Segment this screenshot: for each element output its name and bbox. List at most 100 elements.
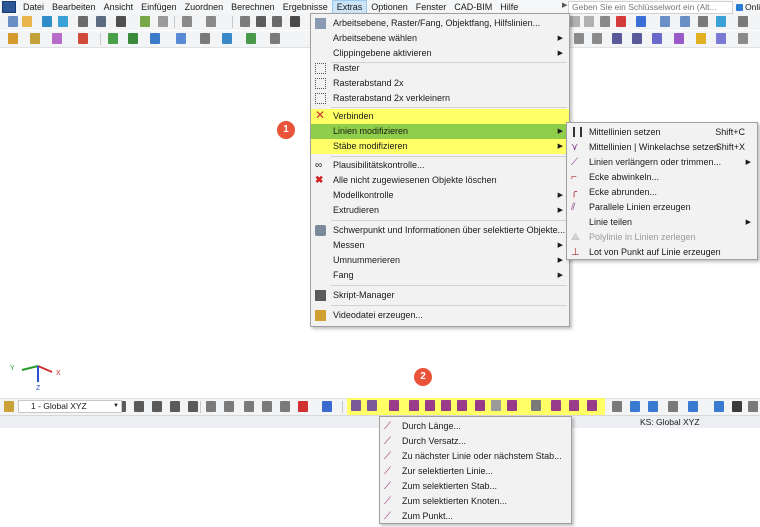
view-perspective-icon[interactable] (188, 401, 198, 412)
nav-left-icon[interactable] (570, 16, 580, 27)
calculator-icon[interactable] (240, 16, 250, 27)
line-icon[interactable] (30, 33, 40, 44)
menu-optionen[interactable]: Optionen (367, 0, 412, 14)
display-b-icon[interactable] (630, 401, 640, 412)
submenu-item-center-lines-angle[interactable]: ⋎ Mittellinien | Winkelachse setzen Shif… (567, 140, 757, 155)
display-icon[interactable] (290, 16, 300, 27)
menu-item-renumber[interactable]: Umnummerieren ▶ (311, 253, 569, 268)
menu-fenster[interactable]: Fenster (412, 0, 451, 14)
view-side-icon[interactable] (134, 401, 144, 412)
frame-icon[interactable] (280, 401, 290, 412)
member-icon[interactable] (52, 33, 62, 44)
menu-item-modify-members[interactable]: Stäbe modifizieren ▶ (311, 139, 569, 154)
magnet-icon[interactable] (732, 401, 742, 412)
perpendicular-icon[interactable] (507, 400, 517, 411)
divide-item-selected-node[interactable]: ⟋ Zum selektierten Knoten... (380, 494, 571, 509)
fillet-icon[interactable] (425, 400, 435, 411)
surface-icon[interactable] (150, 33, 160, 44)
menu-ansicht[interactable]: Ansicht (100, 0, 138, 14)
node-snap-icon[interactable] (298, 401, 308, 412)
section-icon[interactable] (200, 33, 210, 44)
dimension-x-icon[interactable] (680, 16, 690, 27)
parallel-icon[interactable] (457, 400, 467, 411)
divide-item-selected-line[interactable]: ⟋ Zur selektierten Linie... (380, 464, 571, 479)
menu-item-grid[interactable]: Raster (311, 61, 569, 76)
member-tool-c-icon[interactable] (569, 400, 579, 411)
navigator-icon[interactable] (256, 16, 266, 27)
solid-icon[interactable] (176, 33, 186, 44)
menu-item-script-manager[interactable]: Skript-Manager (311, 288, 569, 303)
menu-item-extrude[interactable]: Extrudieren ▶ (311, 203, 569, 218)
tool-h-icon[interactable] (716, 33, 726, 44)
grid-toggle-icon[interactable] (270, 33, 280, 44)
flag-icon[interactable] (616, 16, 626, 27)
menu-zuordnen[interactable]: Zuordnen (181, 0, 228, 14)
divide-item-by-offset[interactable]: ⟋ Durch Versatz... (380, 434, 571, 449)
guide-icon[interactable] (262, 401, 272, 412)
view-icon[interactable] (698, 16, 708, 27)
menu-item-grid-double[interactable]: Rasterabstand 2x (311, 76, 569, 91)
trim-icon[interactable] (475, 400, 485, 411)
menu-item-model-check[interactable]: Modellkontrolle ▶ (311, 188, 569, 203)
model-icon[interactable] (42, 16, 52, 27)
undo-icon[interactable] (182, 16, 192, 27)
snap-icon[interactable] (206, 401, 216, 412)
online-button[interactable]: Onli (736, 0, 760, 14)
render-icon[interactable] (716, 16, 726, 27)
print-icon[interactable] (116, 16, 126, 27)
tool-c-icon[interactable] (612, 33, 622, 44)
divide-line-icon[interactable] (389, 400, 399, 411)
divide-item-to-point[interactable]: ⟋ Zum Punkt... (380, 509, 571, 524)
options-icon[interactable] (738, 16, 748, 27)
menu-item-plausibility[interactable]: ∞ Plausibilitätskontrolle... (311, 158, 569, 173)
tool-b-icon[interactable] (592, 33, 602, 44)
menu-item-grid-half[interactable]: Rasterabstand 2x verkleinern (311, 91, 569, 106)
search-input[interactable]: Geben Sie ein Schlüsselwort ein (Alt... (568, 1, 733, 14)
submenu-item-divide-line[interactable]: Linie teilen ▶ (567, 215, 757, 230)
object-snap-icon[interactable] (244, 401, 254, 412)
display-d-icon[interactable] (668, 401, 678, 412)
member-tool-d-icon[interactable] (587, 400, 597, 411)
menu-item-centroid-info[interactable]: Schwerpunkt und Informationen über selek… (311, 223, 569, 238)
divide-item-nearest-line[interactable]: ⟋ Zu nächster Linie oder nächstem Stab..… (380, 449, 571, 464)
submenu-item-set-center-lines[interactable]: Mittellinien setzen Shift+C (567, 125, 757, 140)
submenu-item-parallel-lines[interactable]: ⫽ Parallele Linien erzeugen (567, 200, 757, 215)
chamfer-icon[interactable] (409, 400, 419, 411)
submenu-item-explode-polyline[interactable]: ⟁ Polylinie in Linien zerlegen (567, 230, 757, 245)
member-tool-a-icon[interactable] (531, 400, 541, 411)
extend-icon[interactable] (441, 400, 451, 411)
workplane-icon[interactable] (4, 401, 14, 412)
menu-einfuegen[interactable]: Einfügen (137, 0, 181, 14)
new-icon[interactable] (8, 16, 18, 27)
submenu-item-fillet[interactable]: ╭ Ecke abrunden... (567, 185, 757, 200)
submenu-item-extend-trim[interactable]: ⟋ Linien verlängern oder trimmen... ▶ (567, 155, 757, 170)
menu-datei[interactable]: Datei (19, 0, 48, 14)
save-all-icon[interactable] (96, 16, 106, 27)
display-g-icon[interactable] (748, 401, 758, 412)
support-icon[interactable] (78, 33, 88, 44)
dropdown-icon[interactable] (600, 16, 610, 27)
menu-item-measure[interactable]: Messen ▶ (311, 238, 569, 253)
menu-bearbeiten[interactable]: Bearbeiten (48, 0, 100, 14)
tool-a-icon[interactable] (574, 33, 584, 44)
submenu-item-perpendicular[interactable]: ⊥ Lot von Punkt auf Linie erzeugen (567, 245, 757, 260)
menu-item-modify-lines[interactable]: Linien modifizieren ▶ (311, 124, 569, 139)
view-top-icon[interactable] (152, 401, 162, 412)
explode-icon[interactable] (491, 400, 501, 411)
menu-item-delete-unassigned[interactable]: ✖ Alle nicht zugewiesenen Objekte lösche… (311, 173, 569, 188)
divide-item-selected-member[interactable]: ⟋ Zum selektierten Stab... (380, 479, 571, 494)
load-case-icon[interactable] (128, 33, 138, 44)
block-icon[interactable] (58, 16, 68, 27)
panel-icon[interactable] (272, 16, 282, 27)
center-lines-angle-icon[interactable] (367, 400, 377, 411)
open-icon[interactable] (22, 16, 32, 27)
menu-hilfe[interactable]: Hilfe (496, 0, 522, 14)
divide-item-by-length[interactable]: ⟋ Durch Länge... (380, 419, 571, 434)
tool-f-icon[interactable] (674, 33, 684, 44)
menu-ergebnisse[interactable]: Ergebnisse (279, 0, 332, 14)
member-tool-b-icon[interactable] (551, 400, 561, 411)
redo-icon[interactable] (206, 16, 216, 27)
menu-item-snap[interactable]: Fang ▶ (311, 268, 569, 283)
grid-snap-icon[interactable] (224, 401, 234, 412)
tool-e-icon[interactable] (652, 33, 662, 44)
